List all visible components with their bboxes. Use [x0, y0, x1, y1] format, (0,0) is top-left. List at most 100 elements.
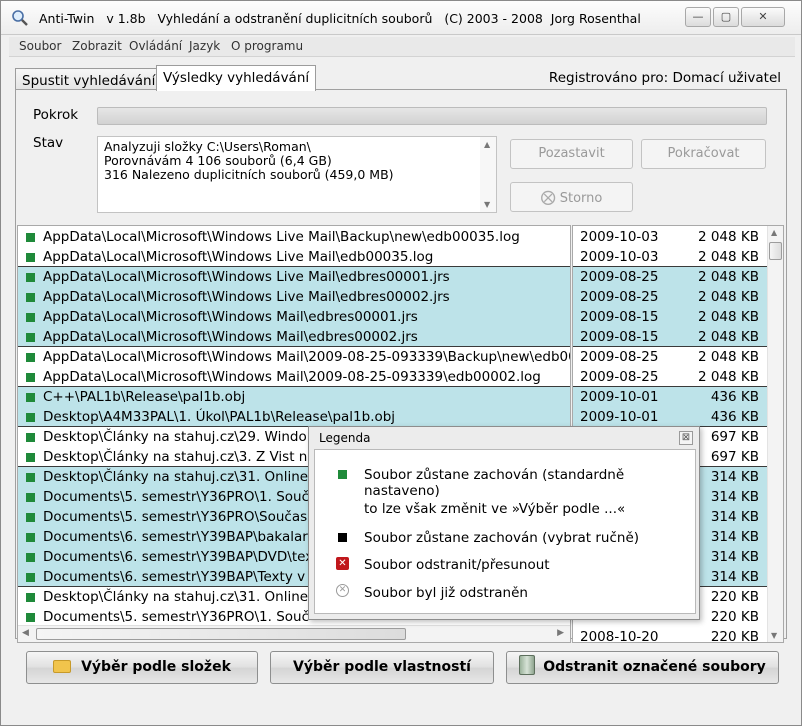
scroll-up-icon[interactable]: ▲ — [771, 228, 777, 237]
file-path: AppData\Local\Microsoft\Windows Mail\200… — [43, 349, 571, 365]
file-path: Documents\5. semestr\Y36PRO\1. Souč — [43, 609, 310, 625]
registered-label: Registrováno pro: Domací uživatel — [548, 70, 781, 86]
file-date: 2009-10-01 — [580, 409, 659, 425]
keep-marker-icon — [26, 553, 35, 562]
minimize-button[interactable]: — — [685, 7, 711, 27]
legend-keep-default-note: to lze však změnit ve »Výběr podle ...« — [364, 501, 626, 517]
continue-button[interactable]: Pokračovat — [641, 139, 766, 169]
close-button[interactable]: ✕ — [741, 7, 785, 27]
keep-marker-icon — [26, 253, 35, 262]
keep-marker-icon — [26, 373, 35, 382]
file-size: 2 048 KB — [697, 289, 759, 305]
scroll-right-icon[interactable]: ▶ — [557, 628, 564, 638]
file-row[interactable]: AppData\Local\Microsoft\Windows Mail\200… — [18, 367, 570, 387]
vertical-scrollbar[interactable]: ▲ ▼ — [767, 226, 783, 642]
delete-selected-button[interactable]: Odstranit označené soubory — [506, 651, 779, 684]
detail-row[interactable]: 2009-08-25 2 048 KB — [573, 347, 783, 367]
file-row[interactable]: AppData\Local\Microsoft\Windows Mail\edb… — [18, 327, 570, 347]
status-scrollbar[interactable]: ▲ ▼ — [480, 137, 496, 212]
file-path: AppData\Local\Microsoft\Windows Live Mai… — [43, 289, 450, 305]
menu-view[interactable]: Zobrazit — [72, 39, 122, 53]
tab-results[interactable]: Výsledky vyhledávání — [156, 65, 317, 91]
file-size: 436 KB — [710, 409, 759, 425]
maximize-button[interactable]: ▢ — [713, 7, 739, 27]
keep-marker-icon — [26, 533, 35, 542]
file-size: 2 048 KB — [697, 269, 759, 285]
detail-row[interactable]: 2009-08-15 2 048 KB — [573, 307, 783, 327]
file-path: Documents\6. semestr\Y39BAP\Texty v — [43, 569, 306, 585]
legend-close-icon[interactable]: ⊠ — [679, 431, 693, 445]
menu-control[interactable]: Ovládání — [129, 39, 182, 53]
file-date: 2009-08-25 — [580, 269, 659, 285]
scroll-down-icon[interactable]: ▼ — [771, 631, 777, 640]
file-date: 2009-08-25 — [580, 349, 659, 365]
delete-selected-label: Odstranit označené soubory — [543, 659, 766, 675]
keep-marker-icon — [26, 613, 35, 622]
delete-icon: ✕ — [336, 557, 349, 570]
file-size: 2 048 KB — [697, 369, 759, 385]
file-row[interactable]: AppData\Local\Microsoft\Windows Mail\200… — [18, 347, 570, 367]
detail-row[interactable]: 2009-10-03 2 048 KB — [573, 227, 783, 247]
file-row[interactable]: AppData\Local\Microsoft\Windows Mail\edb… — [18, 307, 570, 327]
cancel-label: Storno — [559, 191, 603, 206]
select-by-folder-label: Výběr podle složek — [81, 659, 231, 675]
folder-icon — [53, 660, 72, 673]
detail-row[interactable]: 2009-08-25 2 048 KB — [573, 267, 783, 287]
file-size: 2 048 KB — [697, 249, 759, 265]
app-window: Anti-Twin v 1.8b Vyhledání a odstranění … — [0, 0, 802, 726]
file-size: 2 048 KB — [697, 349, 759, 365]
file-path: AppData\Local\Microsoft\Windows Mail\edb… — [43, 309, 418, 325]
tab-search[interactable]: Spustit vyhledávání — [15, 68, 163, 91]
status-textbox[interactable]: Analyzuji složky C:\Users\Roman\ Porovná… — [97, 136, 497, 213]
file-row[interactable]: C++\PAL1b\Release\pal1b.obj — [18, 387, 570, 407]
horizontal-scrollbar[interactable]: ◀ ▶ — [18, 625, 570, 642]
detail-row[interactable]: 2009-08-25 2 048 KB — [573, 367, 783, 387]
detail-row[interactable]: 2009-10-01 436 KB — [573, 407, 783, 427]
detail-row[interactable]: 2009-08-15 2 048 KB — [573, 327, 783, 347]
magnifier-icon — [12, 10, 28, 26]
menu-file[interactable]: Soubor — [19, 39, 61, 53]
detail-row[interactable]: 2009-10-01 436 KB — [573, 387, 783, 407]
file-path: AppData\Local\Microsoft\Windows Mail\200… — [43, 369, 541, 385]
select-by-properties-button[interactable]: Výběr podle vlastností — [270, 651, 494, 684]
status-line: Analyzuji složky C:\Users\Roman\ — [104, 139, 311, 154]
pause-button[interactable]: Pozastavit — [510, 139, 633, 169]
select-by-folder-button[interactable]: Výběr podle složek — [26, 651, 258, 684]
file-path: C++\PAL1b\Release\pal1b.obj — [43, 389, 246, 405]
scrollbar-thumb[interactable] — [769, 242, 782, 260]
file-row[interactable]: AppData\Local\Microsoft\Windows Live Mai… — [18, 247, 570, 267]
file-path: AppData\Local\Microsoft\Windows Mail\edb… — [43, 329, 418, 345]
keep-manual-icon — [338, 533, 347, 542]
legend-keep-manual: Soubor zůstane zachován (vybrat ručně) — [364, 530, 640, 546]
menu-language[interactable]: Jazyk — [189, 39, 220, 53]
scroll-left-icon[interactable]: ◀ — [22, 628, 29, 638]
file-size: 314 KB — [710, 489, 759, 505]
keep-marker-icon — [26, 353, 35, 362]
legend-delete: Soubor odstranit/přesunout — [364, 557, 550, 573]
detail-row[interactable]: 2008-10-20 220 KB — [573, 627, 783, 643]
file-row[interactable]: AppData\Local\Microsoft\Windows Live Mai… — [18, 287, 570, 307]
keep-marker-icon — [26, 313, 35, 322]
progress-label: Pokrok — [33, 107, 79, 123]
file-row[interactable]: AppData\Local\Microsoft\Windows Live Mai… — [18, 267, 570, 287]
scrollbar-thumb[interactable] — [36, 628, 406, 640]
file-size: 220 KB — [710, 629, 759, 643]
file-size: 220 KB — [710, 589, 759, 605]
file-size: 2 048 KB — [697, 229, 759, 245]
detail-row[interactable]: 2009-08-25 2 048 KB — [573, 287, 783, 307]
cancel-icon: ⨂ — [540, 188, 556, 206]
legend-keep-default: Soubor zůstane zachován (standardně nast… — [364, 467, 625, 499]
file-size: 697 KB — [710, 449, 759, 465]
menu-about[interactable]: O programu — [231, 39, 303, 53]
keep-marker-icon — [26, 493, 35, 502]
keep-marker-icon — [26, 233, 35, 242]
keep-marker-icon — [26, 413, 35, 422]
file-row[interactable]: Desktop\A4M33PAL\1. Úkol\PAL1b\Release\p… — [18, 407, 570, 427]
file-date: 2009-08-25 — [580, 289, 659, 305]
file-path: Desktop\A4M33PAL\1. Úkol\PAL1b\Release\p… — [43, 409, 396, 425]
detail-row[interactable]: 2009-10-03 2 048 KB — [573, 247, 783, 267]
cancel-button[interactable]: ⨂ Storno — [510, 182, 633, 212]
menu-bar: Soubor Zobrazit Ovládání Jazyk O program… — [9, 37, 795, 57]
keep-marker-icon — [26, 433, 35, 442]
file-row[interactable]: AppData\Local\Microsoft\Windows Live Mai… — [18, 227, 570, 247]
